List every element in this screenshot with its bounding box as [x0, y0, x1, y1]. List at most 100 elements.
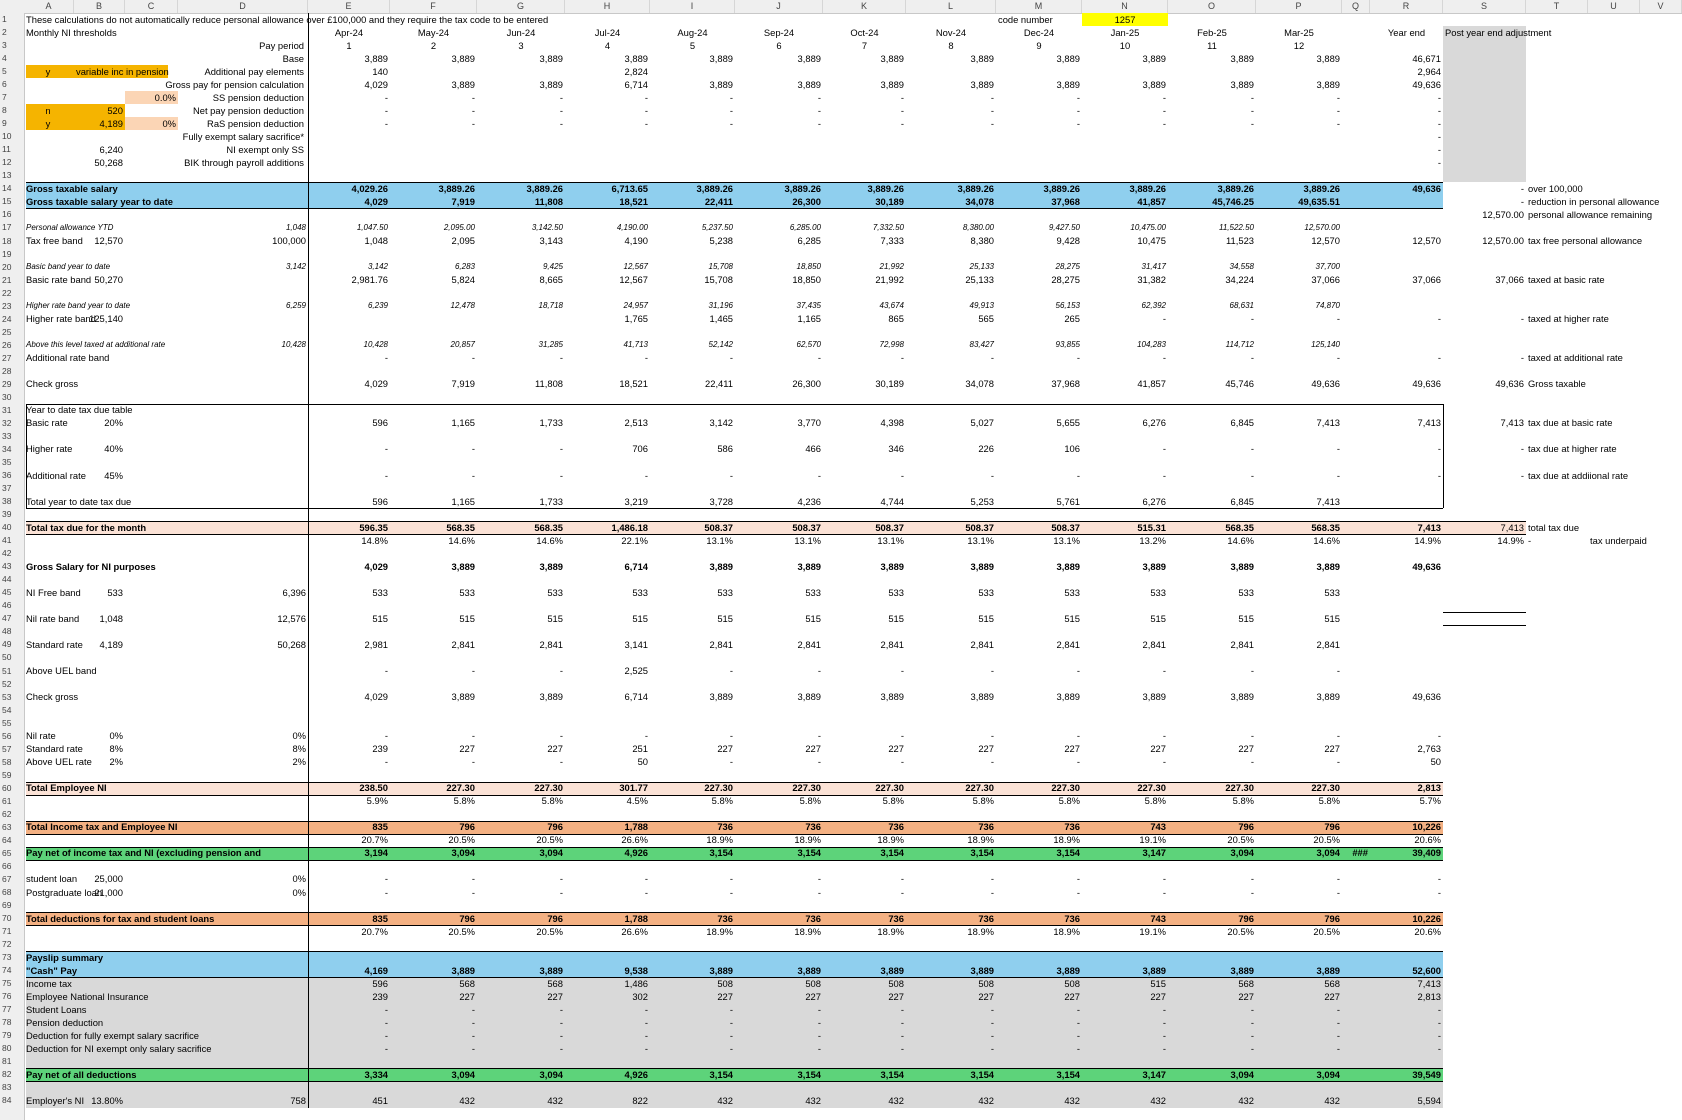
cell-f53[interactable]: 3,889 [392, 690, 475, 703]
cell-h26[interactable]: 41,713 [567, 338, 648, 351]
cell-j43[interactable]: 3,889 [737, 560, 821, 573]
cell-n3[interactable]: 10 [1084, 39, 1166, 52]
row-number[interactable]: 75 [0, 977, 24, 990]
cell-h20[interactable]: 12,567 [567, 260, 648, 273]
cell-b57[interactable]: 8% [76, 742, 123, 755]
row-number[interactable]: 61 [0, 795, 24, 808]
cell-g29[interactable]: 11,808 [479, 377, 563, 390]
cell-l58[interactable]: - [908, 755, 994, 768]
cell-g82[interactable]: 3,094 [479, 1068, 563, 1081]
cell-k61[interactable]: 5.8% [825, 794, 904, 807]
cell-b67[interactable]: 25,000 [76, 872, 123, 885]
cell-m24[interactable]: 265 [998, 312, 1080, 325]
cell-l77[interactable]: - [908, 1003, 994, 1016]
cell-o49[interactable]: 2,841 [1170, 638, 1254, 651]
cell-p70[interactable]: 796 [1258, 912, 1340, 925]
cell-h3[interactable]: 4 [567, 39, 648, 52]
row-number[interactable]: 7 [0, 91, 24, 104]
cell-k63[interactable]: 736 [825, 820, 904, 833]
cell-t16[interactable]: personal allowance remaining [1528, 208, 1682, 221]
cell-n78[interactable]: - [1084, 1016, 1166, 1029]
cell-p61[interactable]: 5.8% [1258, 794, 1340, 807]
cell-s14[interactable]: - [1445, 182, 1524, 195]
cell-n18[interactable]: 10,475 [1084, 234, 1166, 247]
cell-o80[interactable]: - [1170, 1042, 1254, 1055]
cell-i57[interactable]: 227 [652, 742, 733, 755]
row-number[interactable]: 32 [0, 417, 24, 430]
cell-k67[interactable]: - [825, 872, 904, 885]
cell-l65[interactable]: 3,154 [908, 846, 994, 859]
cell-p63[interactable]: 796 [1258, 820, 1340, 833]
cell-e80[interactable]: - [310, 1042, 388, 1055]
cell-s36[interactable]: - [1445, 469, 1524, 482]
cell-n32[interactable]: 6,276 [1084, 416, 1166, 429]
cell-k76[interactable]: 227 [825, 990, 904, 1003]
cell-j34[interactable]: 466 [737, 442, 821, 455]
cell-g40[interactable]: 568.35 [479, 521, 563, 534]
cell-g60[interactable]: 227.30 [479, 781, 563, 794]
cell-p76[interactable]: 227 [1258, 990, 1340, 1003]
cell-o78[interactable]: - [1170, 1016, 1254, 1029]
cell-o47[interactable]: 515 [1170, 612, 1254, 625]
cell-o51[interactable]: - [1170, 664, 1254, 677]
cell-j45[interactable]: 533 [737, 586, 821, 599]
cell-d3[interactable]: Pay period [140, 39, 304, 52]
cell-r11[interactable]: - [1372, 143, 1441, 156]
cell-h32[interactable]: 2,513 [567, 416, 648, 429]
cell-p64[interactable]: 20.5% [1258, 833, 1340, 846]
cell-j3[interactable]: 6 [737, 39, 821, 52]
cell-i4[interactable]: 3,889 [652, 52, 733, 65]
row-number[interactable]: 50 [0, 651, 24, 664]
cell-o3[interactable]: 11 [1170, 39, 1254, 52]
row-number[interactable]: 4 [0, 52, 24, 65]
cell-e75[interactable]: 596 [310, 977, 388, 990]
cell-p78[interactable]: - [1258, 1016, 1340, 1029]
cell-j23[interactable]: 37,435 [737, 299, 821, 312]
cell-l29[interactable]: 34,078 [908, 377, 994, 390]
cell-f84[interactable]: 432 [392, 1094, 475, 1107]
column-header-t[interactable]: T [1526, 0, 1588, 13]
cell-b21[interactable]: 50,270 [76, 273, 123, 286]
cell-o7[interactable]: - [1170, 91, 1254, 104]
cell-f64[interactable]: 20.5% [392, 833, 475, 846]
column-header-c[interactable]: C [125, 0, 178, 13]
cell-l7[interactable]: - [908, 91, 994, 104]
row-number[interactable]: 11 [0, 143, 24, 156]
cell-g67[interactable]: - [479, 872, 563, 885]
cell-j49[interactable]: 2,841 [737, 638, 821, 651]
cell-m76[interactable]: 227 [998, 990, 1080, 1003]
cell-n82[interactable]: 3,147 [1084, 1068, 1166, 1081]
cell-e26[interactable]: 10,428 [310, 338, 388, 351]
cell-k29[interactable]: 30,189 [825, 377, 904, 390]
cell-t24[interactable]: taxed at higher rate [1528, 312, 1682, 325]
cell-m49[interactable]: 2,841 [998, 638, 1080, 651]
cell-l60[interactable]: 227.30 [908, 781, 994, 794]
cell-i36[interactable]: - [652, 469, 733, 482]
cell-f79[interactable]: - [392, 1029, 475, 1042]
cell-e7[interactable]: - [310, 91, 388, 104]
cell-i63[interactable]: 736 [652, 820, 733, 833]
cell-k38[interactable]: 4,744 [825, 495, 904, 508]
cell-k6[interactable]: 3,889 [825, 78, 904, 91]
cell-p17[interactable]: 12,570.00 [1258, 221, 1340, 234]
cell-f78[interactable]: - [392, 1016, 475, 1029]
cell-n63[interactable]: 743 [1084, 820, 1166, 833]
cell-g21[interactable]: 8,665 [479, 273, 563, 286]
cell-o23[interactable]: 68,631 [1170, 299, 1254, 312]
cell-e36[interactable]: - [310, 469, 388, 482]
cell-d58[interactable]: 2% [180, 755, 306, 768]
cell-k34[interactable]: 346 [825, 442, 904, 455]
cell-h80[interactable]: - [567, 1042, 648, 1055]
cell-e78[interactable]: - [310, 1016, 388, 1029]
cell-i70[interactable]: 736 [652, 912, 733, 925]
cell-g14[interactable]: 3,889.26 [479, 182, 564, 195]
cell-a73[interactable]: Payslip summary [26, 951, 446, 964]
column-header-p[interactable]: P [1256, 0, 1342, 13]
row-number[interactable]: 14 [0, 182, 24, 195]
row-number[interactable]: 24 [0, 313, 24, 326]
cell-i34[interactable]: 586 [652, 442, 733, 455]
cell-p77[interactable]: - [1258, 1003, 1340, 1016]
cell-i78[interactable]: - [652, 1016, 733, 1029]
cell-l53[interactable]: 3,889 [908, 690, 994, 703]
cell-m18[interactable]: 9,428 [998, 234, 1080, 247]
